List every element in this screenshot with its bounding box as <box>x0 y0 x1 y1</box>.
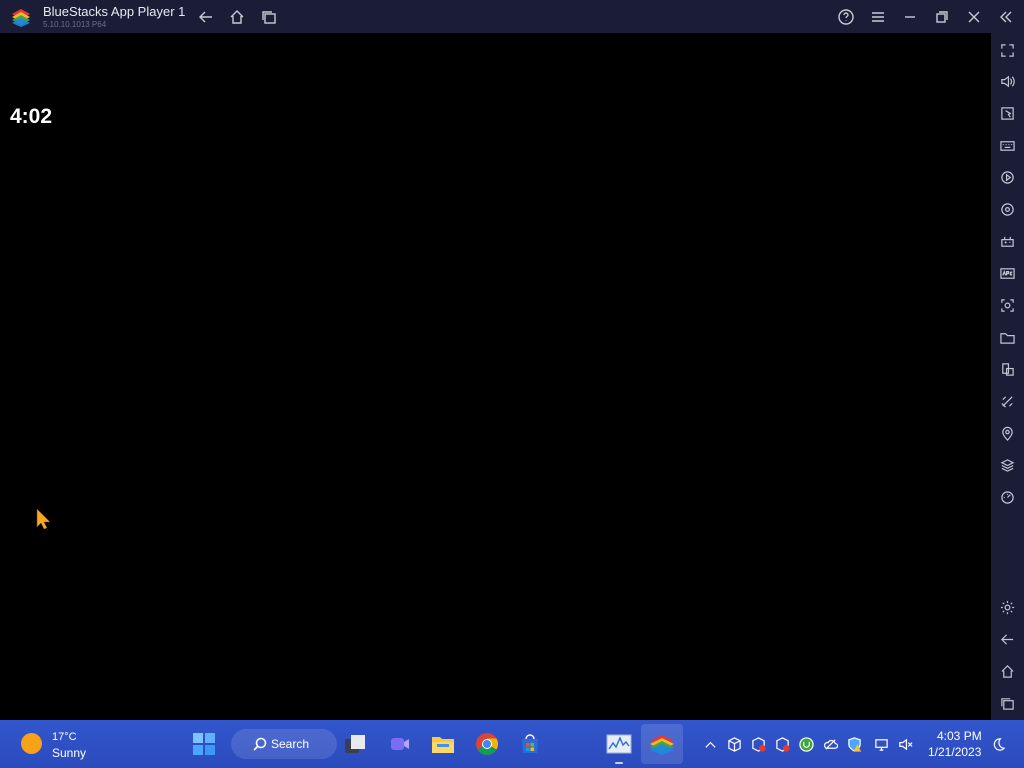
keyboard-icon[interactable] <box>999 137 1016 154</box>
eco-mode-icon[interactable] <box>999 393 1016 410</box>
title-bar: BlueStacks App Player 1 5.10.10.1013 P64 <box>0 0 1024 33</box>
network-icon[interactable] <box>873 736 889 752</box>
bluestacks-sidebar <box>991 33 1024 720</box>
taskbar-date[interactable]: 1/21/2023 <box>928 745 981 759</box>
volume-muted-icon[interactable] <box>897 736 913 752</box>
lockscreen-clock: 4:02 <box>10 105 53 128</box>
task-view-icon[interactable] <box>342 731 368 757</box>
recent-apps-icon[interactable] <box>259 7 279 27</box>
windows-taskbar <box>0 720 1024 768</box>
apk-install-icon[interactable] <box>999 265 1016 282</box>
android-home-icon[interactable] <box>999 663 1016 680</box>
settings-gear-icon[interactable] <box>999 599 1016 616</box>
onedrive-icon[interactable] <box>822 736 838 752</box>
fullscreen-icon[interactable] <box>999 42 1016 59</box>
back-arrow-icon[interactable] <box>196 7 216 27</box>
layers-icon[interactable] <box>999 457 1016 474</box>
android-recents-icon[interactable] <box>999 695 1016 712</box>
collapse-sidebar-icon[interactable] <box>996 7 1016 27</box>
bluestacks-taskbar-icon[interactable] <box>649 731 675 757</box>
restore-icon[interactable] <box>932 7 952 27</box>
chrome-icon[interactable] <box>474 731 500 757</box>
volume-icon[interactable] <box>999 73 1016 90</box>
app-error-icon[interactable] <box>750 736 766 752</box>
show-hidden-icons-icon[interactable] <box>702 736 718 752</box>
meet-icon[interactable] <box>387 731 413 757</box>
taskbar-active-indicator <box>615 762 623 764</box>
search-icon <box>253 737 267 751</box>
screenshot-icon[interactable] <box>999 297 1016 314</box>
search-label: Search <box>271 737 310 751</box>
minimize-icon[interactable] <box>900 7 920 27</box>
task-manager-icon[interactable] <box>606 731 632 757</box>
location-icon[interactable] <box>999 425 1016 442</box>
menu-icon[interactable] <box>868 7 888 27</box>
virtualbox-icon[interactable] <box>726 736 742 752</box>
taskbar-search[interactable]: Search <box>231 729 337 759</box>
macro-play-icon[interactable] <box>999 169 1016 186</box>
close-icon[interactable] <box>964 7 984 27</box>
weather-condition[interactable]: Sunny <box>52 746 86 760</box>
weather-temperature[interactable]: 17°C <box>52 731 77 743</box>
bluestacks-logo-icon <box>12 9 30 27</box>
android-screen[interactable]: 4:02 <box>0 33 991 720</box>
performance-icon[interactable] <box>999 489 1016 506</box>
app-error-icon-2[interactable] <box>774 736 790 752</box>
sun-icon[interactable] <box>21 733 42 754</box>
pointer-icon[interactable] <box>999 105 1016 122</box>
sync-record-icon[interactable] <box>999 201 1016 218</box>
mouse-cursor-icon <box>36 508 51 530</box>
android-back-icon[interactable] <box>999 631 1016 648</box>
app-title: BlueStacks App Player 1 <box>43 4 186 19</box>
home-icon[interactable] <box>227 7 247 27</box>
do-not-disturb-icon[interactable] <box>990 736 1006 752</box>
file-explorer-icon[interactable] <box>430 731 456 757</box>
multi-instance-icon[interactable] <box>999 361 1016 378</box>
help-icon[interactable] <box>836 7 856 27</box>
taskbar-time[interactable]: 4:03 PM <box>937 729 982 743</box>
start-button-icon[interactable] <box>191 731 217 757</box>
store-icon[interactable] <box>517 731 543 757</box>
defender-warning-icon[interactable] <box>846 736 862 752</box>
app-version: 5.10.10.1013 P64 <box>43 20 107 29</box>
gamepad-icon[interactable] <box>999 233 1016 250</box>
folder-icon[interactable] <box>999 329 1016 346</box>
utorrent-icon[interactable] <box>798 736 814 752</box>
